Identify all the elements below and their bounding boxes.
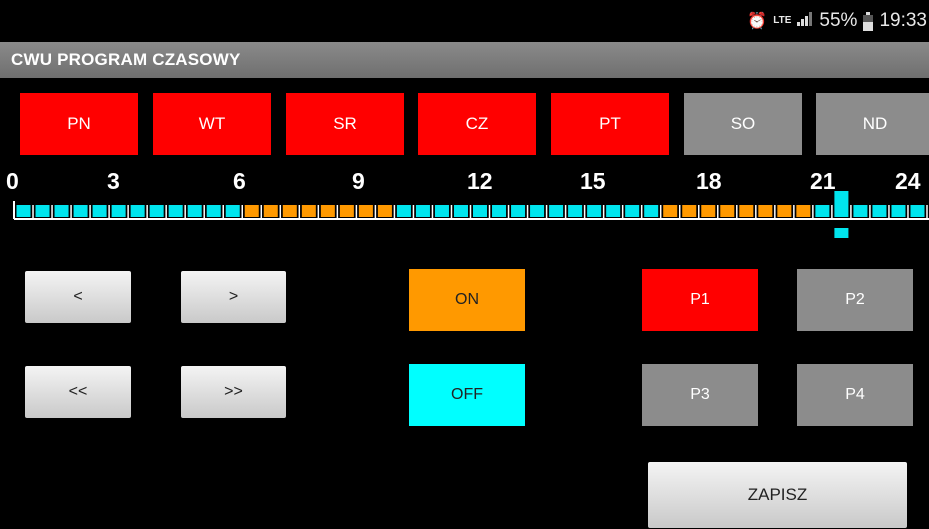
hour-label: 6 xyxy=(233,168,246,194)
timeline-slot-off[interactable] xyxy=(73,205,88,217)
timeline-slot-off[interactable] xyxy=(625,205,640,217)
hour-label: 18 xyxy=(696,168,722,194)
timeline-slot-off[interactable] xyxy=(872,205,887,217)
off-button[interactable]: OFF xyxy=(409,364,525,426)
timeline-slot-on[interactable] xyxy=(663,205,678,217)
timeline-slot-off[interactable] xyxy=(587,205,602,217)
timeline-cursor-marker xyxy=(834,228,849,238)
timeline-slot-on[interactable] xyxy=(301,205,316,217)
day-button-nd[interactable]: ND xyxy=(816,93,929,155)
timeline-slot-off[interactable] xyxy=(473,205,488,217)
hour-label: 0 xyxy=(6,168,19,194)
timeline-slot-off[interactable] xyxy=(530,205,545,217)
timeline-slot-off[interactable] xyxy=(644,205,659,217)
timeline-slot-on[interactable] xyxy=(244,205,259,217)
timeline-slot-on[interactable] xyxy=(377,205,392,217)
timeline-slot-on[interactable] xyxy=(339,205,354,217)
timeline-slot-on[interactable] xyxy=(777,205,792,217)
hour-label: 12 xyxy=(467,168,493,194)
timeline-slot-off[interactable] xyxy=(891,205,906,217)
hour-label: 21 xyxy=(810,168,836,194)
next-slot-button[interactable]: > xyxy=(181,271,286,323)
timeline-slot-off[interactable] xyxy=(815,205,830,217)
alarm-clock-icon: ⏰ xyxy=(747,13,768,30)
program-button-p1[interactable]: P1 xyxy=(642,269,758,331)
timeline-slot-off[interactable] xyxy=(168,205,183,217)
timeline-slot-off[interactable] xyxy=(92,205,107,217)
hour-label: 15 xyxy=(580,168,606,194)
program-button-p2[interactable]: P2 xyxy=(797,269,913,331)
page-title: CWU PROGRAM CZASOWY xyxy=(11,50,241,69)
hour-label: 24 xyxy=(895,168,921,194)
timeline-slot-off[interactable] xyxy=(568,205,583,217)
hour-label: 9 xyxy=(352,168,365,194)
status-icons: ⏰ LTE 55% 19:33 xyxy=(747,0,927,42)
day-button-pt[interactable]: PT xyxy=(551,93,669,155)
timeline-slot-off[interactable] xyxy=(187,205,202,217)
status-bar: ⏰ LTE 55% 19:33 xyxy=(0,0,929,42)
timeline-slot-off[interactable] xyxy=(54,205,69,217)
battery-percent: 55% xyxy=(819,10,858,31)
timeline-slot-off[interactable] xyxy=(492,205,507,217)
timeline-cursor-slot[interactable] xyxy=(834,191,849,217)
hour-label: 3 xyxy=(107,168,120,194)
timeline-slot-off[interactable] xyxy=(415,205,430,217)
timeline-slot-on[interactable] xyxy=(263,205,278,217)
day-button-sr[interactable]: SR xyxy=(286,93,404,155)
timeline-slot-off[interactable] xyxy=(149,205,164,217)
day-button-cz[interactable]: CZ xyxy=(418,93,536,155)
timeline-slot-off[interactable] xyxy=(434,205,449,217)
timeline-slot-off[interactable] xyxy=(35,205,50,217)
lte-icon: LTE xyxy=(773,15,792,26)
signal-icon xyxy=(797,11,813,31)
timeline-slot-off[interactable] xyxy=(396,205,411,217)
day-button-so[interactable]: SO xyxy=(684,93,802,155)
timeline-slot-on[interactable] xyxy=(758,205,773,217)
timeline-slot-off[interactable] xyxy=(549,205,564,217)
timeline-slot-off[interactable] xyxy=(453,205,468,217)
timeline-slot-on[interactable] xyxy=(739,205,754,217)
prev-fast-button[interactable]: << xyxy=(25,366,131,418)
day-button-wt[interactable]: WT xyxy=(153,93,271,155)
timeline-slot-on[interactable] xyxy=(720,205,735,217)
schedule-timeline[interactable] xyxy=(0,0,929,529)
day-button-pn[interactable]: PN xyxy=(20,93,138,155)
prev-slot-button[interactable]: < xyxy=(25,271,131,323)
timeline-slot-off[interactable] xyxy=(16,205,31,217)
timeline-slot-off[interactable] xyxy=(853,205,868,217)
clock-time: 19:33 xyxy=(879,10,927,31)
timeline-slot-off[interactable] xyxy=(206,205,221,217)
timeline-slot-on[interactable] xyxy=(796,205,811,217)
timeline-slot-on[interactable] xyxy=(320,205,335,217)
save-button[interactable]: ZAPISZ xyxy=(648,462,907,528)
on-button[interactable]: ON xyxy=(409,269,525,331)
program-button-p3[interactable]: P3 xyxy=(642,364,758,426)
timeline-slot-off[interactable] xyxy=(225,205,240,217)
timeline-slot-off[interactable] xyxy=(606,205,621,217)
timeline-slot-off[interactable] xyxy=(130,205,145,217)
next-fast-button[interactable]: >> xyxy=(181,366,286,418)
timeline-slot-off[interactable] xyxy=(910,205,925,217)
battery-icon xyxy=(863,12,874,31)
timeline-slot-off[interactable] xyxy=(111,205,126,217)
app-title-bar: CWU PROGRAM CZASOWY xyxy=(0,42,929,78)
timeline-slot-on[interactable] xyxy=(682,205,697,217)
timeline-slot-on[interactable] xyxy=(282,205,297,217)
program-button-p4[interactable]: P4 xyxy=(797,364,913,426)
timeline-slot-on[interactable] xyxy=(701,205,716,217)
timeline-slot-on[interactable] xyxy=(358,205,373,217)
timeline-slot-off[interactable] xyxy=(511,205,526,217)
